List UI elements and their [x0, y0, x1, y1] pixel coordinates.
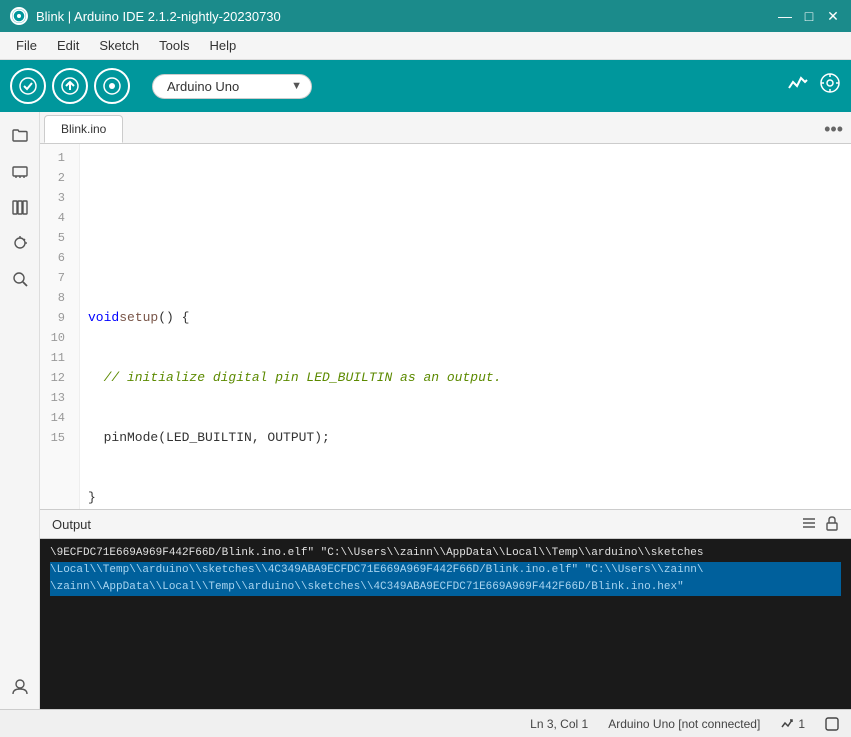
debug-button[interactable] — [94, 68, 130, 104]
editor-area: Blink.ino ••• 1 2 3 4 5 6 7 8 9 10 11 12… — [40, 112, 851, 709]
serial-plotter-button[interactable] — [787, 72, 809, 100]
menu-help[interactable]: Help — [201, 36, 244, 55]
menu-bar: File Edit Sketch Tools Help — [0, 32, 851, 60]
sidebar-item-search[interactable] — [5, 264, 35, 294]
sidebar — [0, 112, 40, 709]
clear-icon — [801, 515, 817, 531]
line-num-4: 4 — [40, 208, 73, 228]
line-num-11: 11 — [40, 348, 73, 368]
line-num-15: 15 — [40, 428, 73, 448]
user-icon — [11, 677, 29, 695]
close-button[interactable]: ✕ — [825, 8, 841, 24]
tab-more-button[interactable]: ••• — [824, 115, 843, 143]
serial-monitor-button[interactable] — [819, 72, 841, 100]
serial-number: 1 — [780, 717, 805, 731]
minimize-button[interactable]: — — [777, 8, 793, 24]
output-title: Output — [52, 517, 793, 532]
menu-file[interactable]: File — [8, 36, 45, 55]
code-plain-6: } — [88, 488, 96, 508]
comment-4: // initialize digital pin LED_BUILTIN as… — [88, 368, 501, 388]
code-line-6: } — [88, 488, 843, 508]
line-num-3: 3 — [40, 188, 73, 208]
line-num-10: 10 — [40, 328, 73, 348]
line-num-6: 6 — [40, 248, 73, 268]
code-plain-3: () { — [158, 308, 189, 328]
board-status-value: Arduino Uno [not connected] — [608, 717, 760, 731]
tab-label: Blink.ino — [61, 122, 106, 136]
toolbar-right — [787, 72, 841, 100]
toolbar: Arduino Uno ▼ — [0, 60, 851, 112]
notif-icon — [825, 717, 839, 731]
output-header: Output — [40, 509, 851, 539]
serial-plotter-icon — [787, 72, 809, 94]
line-numbers: 1 2 3 4 5 6 7 8 9 10 11 12 13 14 15 — [40, 144, 80, 509]
line-num-8: 8 — [40, 288, 73, 308]
window-title: Blink | Arduino IDE 2.1.2-nightly-202307… — [36, 9, 281, 24]
app-logo — [10, 7, 28, 25]
output-content[interactable]: \9ECFDC71E669A969F442F66D/Blink.ino.elf"… — [40, 539, 851, 709]
line-num-12: 12 — [40, 368, 73, 388]
line-num-14: 14 — [40, 408, 73, 428]
cursor-position-value: Ln 3, Col 1 — [530, 717, 588, 731]
output-line-2: \Local\\Temp\\arduino\\sketches\\4C349AB… — [50, 562, 841, 579]
upload-icon — [61, 77, 79, 95]
tab-blink-ino[interactable]: Blink.ino — [44, 115, 123, 143]
title-bar-left: Blink | Arduino IDE 2.1.2-nightly-202307… — [10, 7, 281, 25]
serial-monitor-icon — [819, 72, 841, 94]
output-actions — [801, 515, 839, 534]
code-plain-5: pinMode(LED_BUILTIN, OUTPUT); — [88, 428, 330, 448]
line-num-1: 1 — [40, 148, 73, 168]
board-select-input[interactable]: Arduino Uno — [152, 74, 312, 99]
code-line-1 — [88, 188, 843, 208]
menu-sketch[interactable]: Sketch — [91, 36, 147, 55]
lock-icon — [825, 515, 839, 531]
line-num-13: 13 — [40, 388, 73, 408]
code-editor[interactable]: 1 2 3 4 5 6 7 8 9 10 11 12 13 14 15 void… — [40, 144, 851, 509]
keyword-void-3: void — [88, 308, 119, 328]
window-controls: — □ ✕ — [777, 8, 841, 24]
code-line-3: void setup() { — [88, 308, 843, 328]
search2-icon — [11, 270, 29, 288]
debug-icon — [103, 77, 121, 95]
line-num-9: 9 — [40, 308, 73, 328]
fn-setup: setup — [119, 308, 158, 328]
title-bar: Blink | Arduino IDE 2.1.2-nightly-202307… — [0, 0, 851, 32]
debug2-icon — [11, 234, 29, 252]
line-num-7: 7 — [40, 268, 73, 288]
upload-button[interactable] — [52, 68, 88, 104]
output-line-1: \9ECFDC71E669A969F442F66D/Blink.ino.elf"… — [50, 545, 841, 562]
cursor-position: Ln 3, Col 1 — [530, 717, 588, 731]
code-line-5: pinMode(LED_BUILTIN, OUTPUT); — [88, 428, 843, 448]
line-num-2: 2 — [40, 168, 73, 188]
line-num-5: 5 — [40, 228, 73, 248]
output-line-3: \zainn\\AppData\\Local\\Temp\\arduino\\s… — [50, 579, 841, 596]
board-selector[interactable]: Arduino Uno ▼ — [152, 74, 312, 99]
sidebar-item-user[interactable] — [5, 671, 35, 701]
sidebar-item-debug[interactable] — [5, 228, 35, 258]
sidebar-item-boards[interactable] — [5, 156, 35, 186]
menu-tools[interactable]: Tools — [151, 36, 197, 55]
upload-status-icon — [780, 717, 794, 731]
clear-output-button[interactable] — [801, 515, 817, 534]
lock-output-button[interactable] — [825, 515, 839, 534]
sidebar-item-library[interactable] — [5, 192, 35, 222]
library-icon — [11, 198, 29, 216]
folder-icon — [11, 126, 29, 144]
menu-edit[interactable]: Edit — [49, 36, 87, 55]
main-layout: Blink.ino ••• 1 2 3 4 5 6 7 8 9 10 11 12… — [0, 112, 851, 709]
maximize-button[interactable]: □ — [801, 8, 817, 24]
tab-bar: Blink.ino ••• — [40, 112, 851, 144]
code-line-2 — [88, 248, 843, 268]
sidebar-item-sketchbook[interactable] — [5, 120, 35, 150]
serial-number-value: 1 — [798, 717, 805, 731]
board-icon — [11, 162, 29, 180]
output-panel: Output — [40, 509, 851, 709]
verify-button[interactable] — [10, 68, 46, 104]
status-bar: Ln 3, Col 1 Arduino Uno [not connected] … — [0, 709, 851, 737]
board-status[interactable]: Arduino Uno [not connected] — [608, 717, 760, 731]
code-content[interactable]: void setup() { // initialize digital pin… — [80, 144, 851, 509]
code-line-4: // initialize digital pin LED_BUILTIN as… — [88, 368, 843, 388]
verify-icon — [19, 77, 37, 95]
notification-icon[interactable] — [825, 717, 839, 731]
